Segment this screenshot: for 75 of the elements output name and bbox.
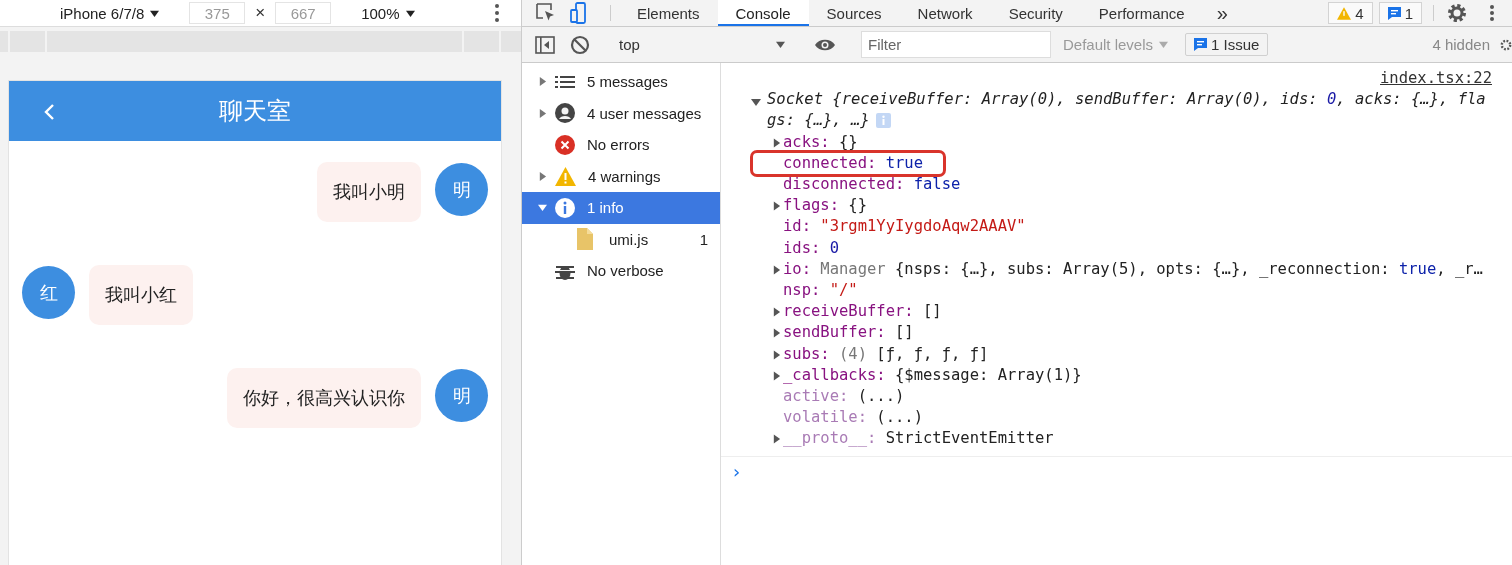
object-property[interactable]: sendBuffer: []	[753, 322, 1490, 344]
console-prompt[interactable]: ›	[721, 455, 1512, 486]
info-icon	[875, 113, 891, 129]
object-property[interactable]: flags: {}	[753, 195, 1490, 217]
object-property[interactable]: io: Manager {nsps: {…}, subs: Array(5), opts: {…}, _reconnection: true, _r…	[753, 258, 1490, 281]
info-icon	[555, 197, 575, 218]
devtools-tab[interactable]: Security	[990, 0, 1081, 26]
sidebar-item[interactable]: 1 info	[522, 192, 720, 224]
sidebar-item[interactable]: No errors	[522, 129, 720, 161]
warnings-badge[interactable]: 4	[1328, 2, 1373, 24]
issues-button[interactable]: 1 Issue	[1185, 33, 1269, 56]
disclosure-icon	[772, 349, 781, 360]
file-icon	[577, 228, 593, 251]
message-bubble: 你好，很高兴认识你	[227, 368, 421, 428]
devtools-tab[interactable]: Elements	[619, 0, 718, 26]
devtools-tab[interactable]: Performance	[1080, 0, 1203, 26]
avatar: 红	[22, 266, 75, 319]
sidebar-item[interactable]: 5 messages	[522, 66, 720, 98]
disclosure-icon	[537, 171, 547, 181]
devtools-tab[interactable]: Sources	[808, 0, 900, 26]
disclosure-icon	[772, 434, 781, 445]
zoom-select[interactable]: 100%	[361, 4, 415, 22]
disclosure-icon	[772, 137, 781, 148]
disclosure-icon	[772, 264, 781, 275]
hidden-count: 4 hidden	[1431, 36, 1491, 53]
disclosure-icon	[772, 307, 781, 318]
sidebar-item[interactable]: 4 user messages	[522, 97, 720, 129]
devtools-tab[interactable]: Console	[717, 0, 809, 26]
sidebar-item[interactable]: 4 warnings	[522, 160, 720, 192]
times-sign: ×	[255, 3, 266, 23]
sidebar-item[interactable]: No verbose	[522, 255, 720, 287]
disclosure-icon	[751, 97, 761, 108]
more-tabs-button[interactable]: »	[1202, 0, 1242, 26]
messages-badge[interactable]: 1	[1378, 2, 1422, 24]
context-select[interactable]: top	[617, 36, 789, 53]
object-property: id: "3rgm1YyIygdoAqw2AAAV"	[782, 216, 1027, 238]
source-link[interactable]: index.tsx:22	[1380, 68, 1492, 90]
caret-icon	[776, 40, 785, 49]
avatar: 明	[435, 369, 488, 422]
disclosure-icon	[537, 108, 547, 118]
object-property: nsp: "/"	[782, 280, 859, 302]
object-property: connected: true	[753, 152, 943, 174]
devtools-tab[interactable]: Network	[899, 0, 991, 26]
disclosure-icon	[537, 77, 547, 87]
disclosure-icon	[772, 328, 781, 339]
object-property: ids: 0	[782, 237, 840, 259]
back-icon[interactable]	[43, 103, 55, 121]
disclosure-icon	[772, 201, 781, 212]
object-property: volatile: (...)	[782, 407, 924, 429]
object-property[interactable]: receiveBuffer: []	[753, 301, 1490, 323]
object-property: disconnected: false	[782, 174, 962, 195]
object-property[interactable]: _callbacks: {$message: Array(1)}	[753, 364, 1490, 387]
warning-icon	[555, 166, 576, 186]
message-icon	[1194, 38, 1208, 51]
object-summary[interactable]: Socket {receiveBuffer: Array(0), sendBuffer: Array(0), ids: 0, acks: {…}, flags: {…}, …}	[753, 89, 1490, 132]
message-bubble: 我叫小红	[89, 265, 193, 325]
more-icon[interactable]	[495, 4, 499, 22]
caret-icon	[1159, 40, 1169, 49]
object-property[interactable]: subs: (4) [ƒ, ƒ, ƒ, ƒ]	[753, 343, 1490, 365]
caret-icon	[150, 8, 160, 18]
object-property[interactable]: acks: {}	[753, 131, 1490, 153]
object-property: active: (...)	[782, 386, 906, 408]
list-icon	[555, 73, 575, 90]
message-bubble: 我叫小明	[317, 162, 421, 222]
device-select[interactable]: iPhone 6/7/8	[60, 4, 160, 22]
caret-icon	[405, 8, 415, 18]
sidebar-item[interactable]: umi.js 1	[522, 223, 720, 255]
page-title: 聊天室	[219, 96, 291, 127]
object-property[interactable]: __proto__: StrictEventEmitter	[753, 428, 1490, 450]
disclosure-icon	[772, 370, 781, 381]
disclosure-icon	[537, 203, 547, 213]
avatar: 明	[435, 163, 488, 216]
filter-field[interactable]: Filter	[861, 31, 1051, 58]
user-icon	[555, 103, 575, 124]
error-icon	[555, 134, 575, 155]
